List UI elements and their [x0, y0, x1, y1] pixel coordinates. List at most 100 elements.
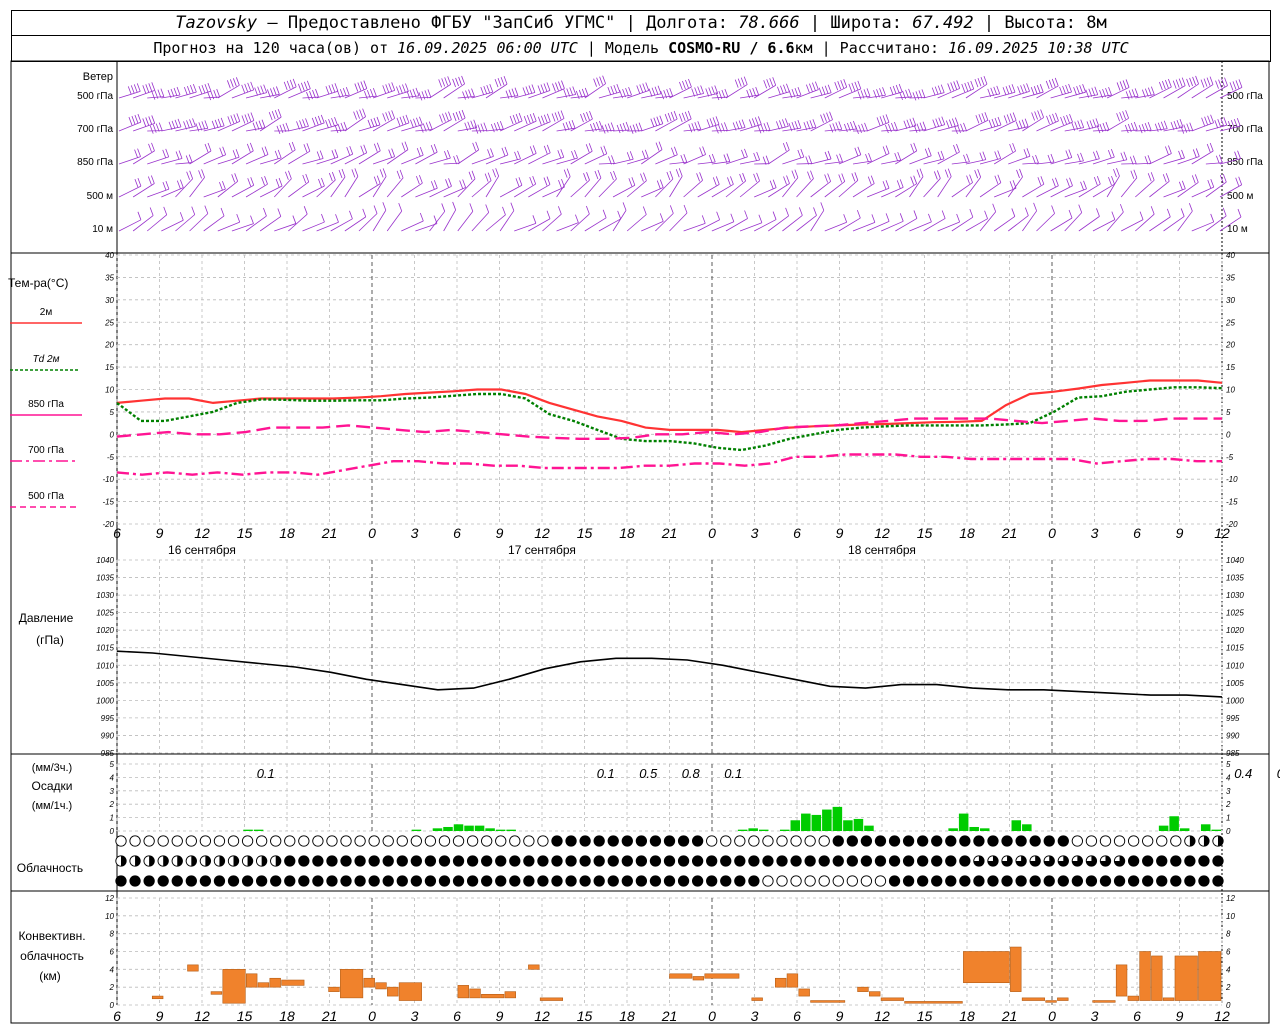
wind-barb-tick: [953, 144, 957, 154]
wind-barb: [768, 149, 790, 165]
tick-label: 10: [1226, 912, 1235, 921]
cloud-cover-icon: [410, 835, 422, 847]
wind-barb-tick: [558, 81, 562, 90]
wind-barb-tick: [756, 151, 761, 161]
hour-tick-label: 15: [577, 1008, 593, 1024]
wind-barb-tick: [894, 121, 898, 131]
wind-barb: [386, 210, 403, 232]
hour-tick-label: 6: [793, 525, 801, 541]
wind-barb-tick: [241, 115, 246, 124]
wind-level-500hpa: 500 гПа: [77, 91, 113, 102]
wind-barb-tick: [1033, 86, 1038, 95]
convective-bar: [387, 986, 399, 997]
tick-label: 2: [109, 800, 115, 809]
wind-barb-tick: [922, 121, 927, 130]
wind-barb-tick: [275, 86, 280, 95]
wind-barb-tick: [189, 170, 194, 179]
wind-barb-tick: [543, 114, 548, 123]
cloud-cover-fill: [135, 855, 141, 867]
precip-grid: 0 01 12 23 34 45 5: [109, 760, 1231, 836]
wind-barb-tick: [145, 84, 150, 93]
wind-barb-tick: [700, 85, 705, 94]
wind-barb: [443, 209, 457, 232]
wind-barb: [401, 182, 423, 198]
wind-barb: [711, 129, 728, 132]
precip-bar: [411, 829, 422, 831]
cloud-cover-icon: [284, 835, 296, 847]
wind-barb: [344, 116, 366, 132]
pressure-title: Давление: [19, 611, 74, 625]
wind-barb-tick: [659, 115, 664, 124]
wind-barb-tick: [373, 143, 378, 152]
cloud-cover-icon: [691, 855, 704, 867]
wind-barb-tick: [613, 84, 618, 94]
tick-label: 15: [1226, 363, 1235, 372]
precip-bar: [1158, 825, 1169, 831]
wind-barb-tick: [843, 123, 848, 133]
convective-bar: [398, 982, 422, 1001]
wind-barb-tick: [220, 207, 225, 217]
tick-label: -5: [107, 453, 115, 462]
wind-barb-tick: [1119, 81, 1124, 90]
wind-barb-tick: [264, 176, 268, 185]
wind-barb-tick: [589, 110, 593, 120]
wind-barb: [344, 176, 359, 198]
wind-barb-tick: [889, 86, 894, 96]
cloud-cover-icon: [1142, 835, 1154, 847]
wind-barb-tick: [430, 181, 435, 190]
wind-barb-tick: [540, 115, 545, 124]
wind-barb-tick: [1110, 148, 1115, 158]
wind-barb-tick: [586, 172, 590, 181]
wind-barb-tick: [529, 114, 534, 123]
wind-barb: [1163, 216, 1185, 232]
cloud-cover-icon: [762, 835, 774, 847]
wind-barb: [330, 218, 353, 232]
wind-barb-tick: [1040, 176, 1045, 185]
temp-title: Тем-ра(°C): [8, 276, 68, 290]
wind-barb: [612, 210, 627, 232]
wind-barb-tick: [376, 116, 381, 126]
wind-barb-tick: [757, 116, 762, 125]
cloud-cover-icon: [424, 855, 437, 867]
wind-barb-tick: [935, 118, 940, 127]
tick-label: 1040: [96, 556, 114, 565]
wind-barb-tick: [325, 120, 329, 129]
wind-barb-tick: [177, 118, 182, 128]
wind-barb-tick: [447, 76, 452, 85]
hour-tick-label: 15: [917, 1008, 933, 1024]
wind-barb-tick: [1045, 80, 1050, 90]
wind-barb-tick: [162, 149, 167, 158]
wind-barb-tick: [743, 76, 748, 85]
wind-barb-tick: [730, 176, 734, 185]
cloud-cover-icon: [874, 835, 887, 847]
wind-barb: [499, 184, 523, 198]
convective-bar: [751, 997, 763, 1001]
wind-barb-tick: [739, 173, 743, 183]
convective-bar: [1045, 1000, 1057, 1003]
wind-barb: [923, 178, 941, 198]
wind-barb-tick: [913, 210, 918, 219]
wind-barb-tick: [656, 116, 661, 125]
wind-barb-tick: [596, 77, 600, 86]
wind-barb-tick: [741, 119, 746, 128]
wind-barb-tick: [913, 142, 918, 152]
wind-barb: [697, 184, 720, 198]
wind-barb-tick: [537, 85, 542, 94]
tick-label: 0: [1226, 827, 1231, 836]
tick-label: 4: [1226, 773, 1231, 782]
wind-barb-tick: [1039, 84, 1044, 93]
wind-barb-tick: [405, 114, 410, 124]
wind-barb-tick: [1173, 121, 1178, 130]
wind-barb-tick: [419, 212, 424, 222]
wind-barb-tick: [528, 85, 533, 94]
tick-label: -15: [102, 498, 114, 507]
cloud-cover-icon: [1001, 835, 1013, 847]
wind-barb: [1135, 129, 1152, 132]
wind-barb-tick: [207, 91, 212, 101]
wind-barb-tick: [331, 150, 336, 159]
wind-barb-tick: [1035, 154, 1039, 164]
precip-panel: 0 01 12 23 34 45 5 (мм/3ч.) Осадки (мм/1ч.) 0.…: [32, 760, 1280, 836]
wind-barb-tick: [458, 110, 463, 120]
wind-barb-tick: [879, 88, 883, 97]
tick-label: 1005: [96, 679, 114, 688]
